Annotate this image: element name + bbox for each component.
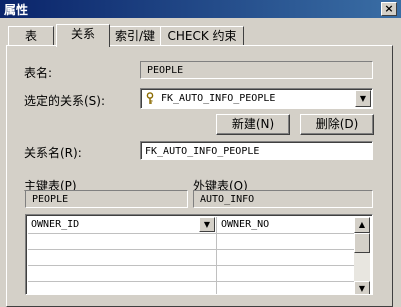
chevron-down-icon[interactable]: ▼	[355, 90, 371, 107]
window-title: 属性	[4, 3, 29, 17]
primary-column-cell[interactable]: OWNER_ID	[28, 217, 191, 233]
table-name-label: 表名:	[24, 66, 53, 80]
foreign-column-cell[interactable]: OWNER_NO	[218, 217, 361, 233]
tab-indexes-keys[interactable]: 索引/键	[108, 26, 162, 47]
column-mapping-grid: OWNER_ID ▼ OWNER_NO ▲ ▼	[25, 214, 373, 295]
selected-relation-value: FK_AUTO_INFO_PEOPLE	[161, 93, 276, 104]
key-icon	[145, 92, 155, 105]
table-row[interactable]	[28, 265, 356, 282]
table-row[interactable]	[28, 281, 356, 294]
foreign-column-cell[interactable]	[218, 233, 361, 249]
column-divider	[216, 217, 217, 294]
chevron-down-icon[interactable]: ▼	[199, 217, 215, 232]
relation-name-label: 关系名(R):	[24, 146, 82, 160]
table-name-field: PEOPLE	[140, 61, 373, 79]
new-button[interactable]: 新建(N)	[216, 114, 290, 135]
primary-table-field: PEOPLE	[25, 190, 188, 208]
selected-relation-combo[interactable]: FK_AUTO_INFO_PEOPLE ▼	[140, 88, 373, 109]
foreign-table-field: AUTO_INFO	[193, 190, 373, 208]
tab-relationships[interactable]: 关系	[56, 24, 110, 47]
primary-column-cell[interactable]	[28, 265, 191, 281]
delete-button[interactable]: 删除(D)	[300, 114, 374, 135]
primary-column-cell[interactable]	[28, 249, 191, 265]
selected-relation-label: 选定的关系(S):	[24, 94, 106, 108]
tab-label: CHECK 约束	[167, 29, 237, 43]
relation-name-input[interactable]: FK_AUTO_INFO_PEOPLE	[140, 141, 373, 160]
scroll-down-icon[interactable]: ▼	[354, 281, 370, 294]
foreign-column-cell[interactable]	[218, 265, 361, 281]
foreign-column-cell[interactable]	[218, 281, 361, 294]
tab-table[interactable]: 表	[8, 26, 54, 47]
primary-column-cell[interactable]	[28, 233, 191, 249]
table-row[interactable]	[28, 249, 356, 266]
close-button[interactable]: ×	[381, 2, 397, 16]
scroll-thumb[interactable]	[354, 233, 370, 253]
tab-check-constraints[interactable]: CHECK 约束	[160, 26, 244, 47]
title-bar: 属性 ×	[0, 0, 401, 18]
table-row[interactable]: OWNER_ID ▼ OWNER_NO	[28, 217, 356, 234]
tab-label: 表	[24, 29, 37, 43]
scroll-up-icon[interactable]: ▲	[354, 217, 370, 233]
grid-scrollbar[interactable]: ▲ ▼	[354, 217, 370, 294]
foreign-column-cell[interactable]	[218, 249, 361, 265]
tab-label: 索引/键	[114, 29, 156, 43]
primary-column-cell[interactable]	[28, 281, 191, 294]
tab-label: 关系	[70, 27, 95, 41]
table-row[interactable]	[28, 233, 356, 250]
